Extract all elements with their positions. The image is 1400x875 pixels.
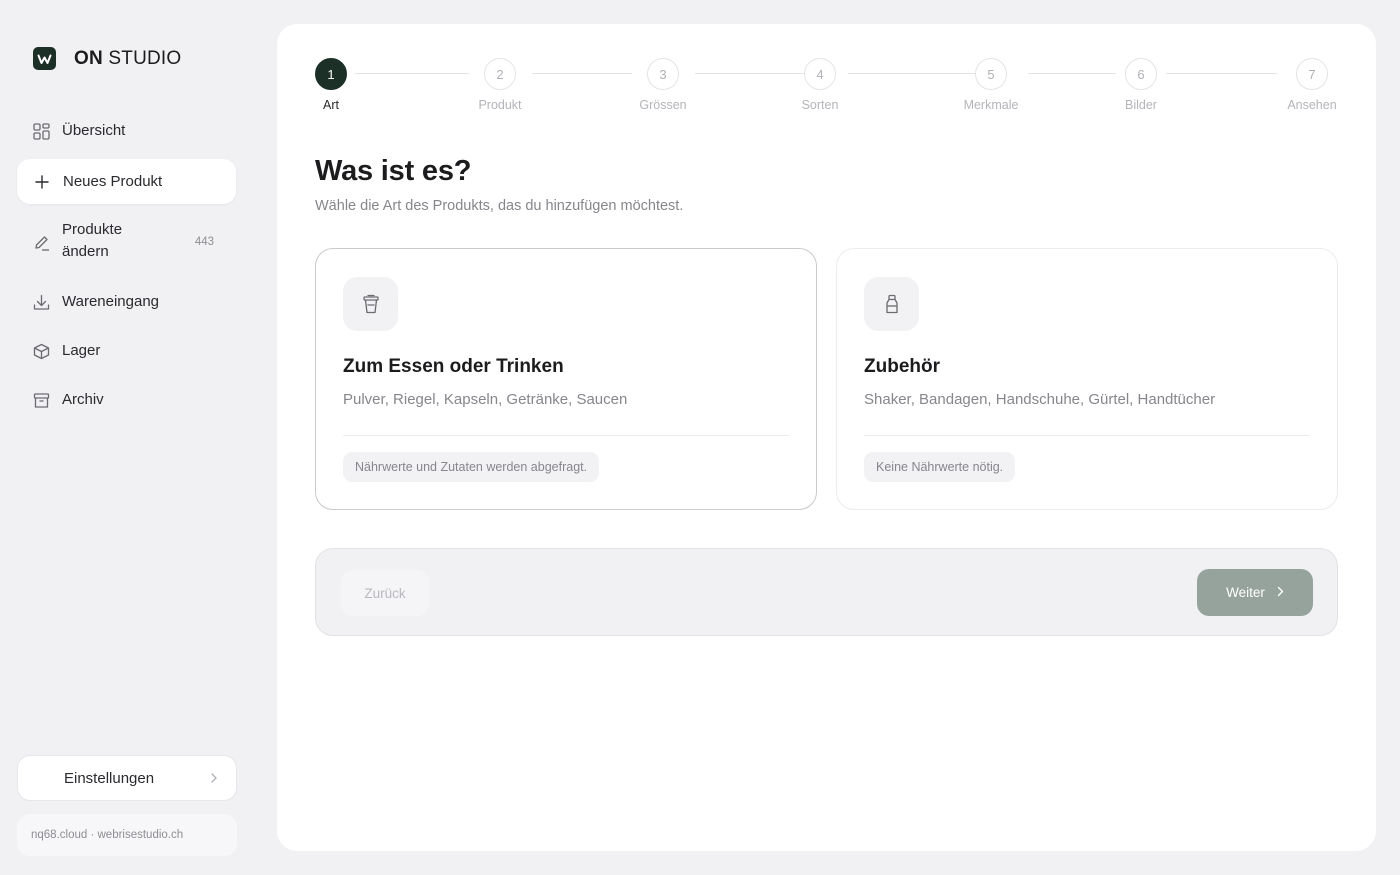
card-divider (343, 435, 789, 436)
brand-name: ON STUDIO (74, 47, 182, 69)
sidebar-item-label: Wareneingang (62, 293, 160, 310)
sidebar-item-label: Lager (62, 342, 101, 359)
settings-button[interactable]: Einstellungen (17, 755, 237, 801)
card-divider (864, 435, 1310, 436)
sidebar-item-archiv[interactable]: Archiv (17, 382, 236, 418)
step-3-circle[interactable]: 3 (647, 58, 679, 90)
step-4-label: Sorten (801, 98, 839, 112)
sidebar-item-uebersicht[interactable]: Übersicht (17, 113, 236, 149)
grid-icon (32, 122, 50, 140)
brand[interactable]: ON STUDIO (33, 47, 181, 70)
sidebar-item-produkte-aendern[interactable]: Produkte ändern 443 (17, 219, 236, 265)
sidebar: ON STUDIO Übersicht Neues Produkt Produk… (0, 0, 256, 875)
option-title: Zum Essen oder Trinken (343, 356, 564, 377)
sidebar-item-neues-produkt[interactable]: Neues Produkt (17, 159, 236, 204)
footer-info: nq68.cloud · webrisestudio.ch (17, 814, 237, 856)
option-note-badge: Keine Nährwerte nötig. (864, 452, 1016, 482)
step-connector (1166, 73, 1277, 74)
chevron-right-icon (210, 771, 218, 789)
chevron-right-icon (1277, 585, 1284, 600)
step-2-label: Produkt (478, 98, 522, 112)
plus-icon (33, 173, 51, 191)
step-4-circle[interactable]: 4 (804, 58, 836, 90)
sidebar-item-lager[interactable]: Lager (17, 333, 236, 369)
archive-icon (32, 391, 50, 409)
step-6-label: Bilder (1125, 98, 1157, 112)
stepper: 1 Art 2 Produkt 3 Grössen 4 Sorten 5 Mer… (277, 24, 1376, 144)
step-connector (532, 73, 632, 74)
step-connector (848, 73, 976, 74)
option-card-accessories[interactable]: Zubehör Shaker, Bandagen, Handschuhe, Gü… (836, 248, 1338, 510)
page-subtitle: Wähle die Art des Produkts, das du hinzu… (315, 198, 684, 214)
option-note-badge: Nährwerte und Zutaten werden abgefragt. (343, 452, 600, 482)
step-1-circle[interactable]: 1 (315, 58, 347, 90)
footer-text: nq68.cloud · webrisestudio.ch (31, 829, 184, 841)
next-button-label: Weiter (1226, 585, 1265, 600)
step-7-label: Ansehen (1287, 98, 1337, 112)
step-5-label: Merkmale (963, 98, 1019, 112)
option-title: Zubehör (864, 356, 940, 377)
page-title: Was ist es? (315, 155, 472, 187)
brand-logo-icon (33, 47, 56, 70)
sidebar-item-label: Übersicht (62, 122, 126, 139)
sidebar-item-wareneingang[interactable]: Wareneingang (17, 284, 236, 320)
sidebar-item-label: Produkte ändern (62, 219, 122, 263)
action-bar: Zurück Weiter (315, 548, 1338, 636)
back-button[interactable]: Zurück (341, 570, 429, 616)
pencil-icon (32, 233, 50, 251)
option-description: Pulver, Riegel, Kapseln, Getränke, Sauce… (343, 391, 628, 408)
main-panel: 1 Art 2 Produkt 3 Grössen 4 Sorten 5 Mer… (277, 24, 1376, 851)
step-3-label: Grössen (639, 98, 687, 112)
sidebar-item-label: Archiv (62, 391, 104, 408)
sidebar-item-label-line1: Produkte (62, 221, 123, 238)
step-connector (355, 73, 469, 74)
cup-icon (343, 277, 398, 331)
sidebar-item-label: Neues Produkt (63, 172, 163, 190)
step-5-circle[interactable]: 5 (975, 58, 1007, 90)
step-7-circle[interactable]: 7 (1296, 58, 1328, 90)
step-6-circle[interactable]: 6 (1125, 58, 1157, 90)
option-card-food[interactable]: Zum Essen oder Trinken Pulver, Riegel, K… (315, 248, 817, 510)
step-connector (1028, 73, 1116, 74)
step-1-label: Art (323, 98, 339, 112)
sidebar-item-label-line2: ändern (62, 243, 109, 260)
option-description: Shaker, Bandagen, Handschuhe, Gürtel, Ha… (864, 391, 1216, 408)
step-connector (695, 73, 805, 74)
next-button[interactable]: Weiter (1197, 569, 1313, 616)
bottle-icon (864, 277, 919, 331)
download-icon (32, 293, 50, 311)
settings-label: Einstellungen (64, 769, 155, 787)
count-badge: 443 (194, 236, 214, 248)
step-2-circle[interactable]: 2 (484, 58, 516, 90)
box-icon (32, 342, 50, 360)
